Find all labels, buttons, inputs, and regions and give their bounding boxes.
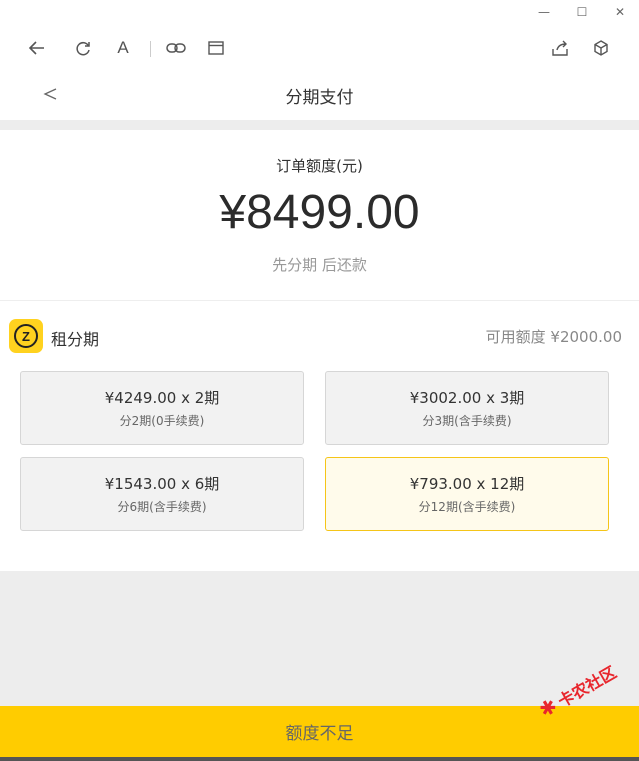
plan-amount: ¥3002.00 x 3期	[409, 389, 525, 407]
provider-row: Z 租分期 可用额度 ¥2000.00	[0, 301, 639, 361]
plan-option-6[interactable]: ¥1543.00 x 6期 分6期(含手续费)	[20, 457, 304, 531]
window-controls: — ☐ ✕	[525, 0, 639, 24]
plan-option-3[interactable]: ¥3002.00 x 3期 分3期(含手续费)	[325, 371, 609, 445]
order-subtitle: 先分期 后还款	[272, 256, 367, 274]
close-button[interactable]: ✕	[601, 0, 639, 24]
plan-detail: 分6期(含手续费)	[117, 500, 207, 514]
cube-icon[interactable]	[589, 36, 613, 60]
window-icon[interactable]	[204, 36, 228, 60]
empty-area	[0, 571, 639, 706]
section-divider	[0, 120, 639, 130]
browser-toolbar: A	[0, 24, 639, 71]
link-icon[interactable]	[164, 36, 188, 60]
share-icon[interactable]	[548, 36, 572, 60]
plan-option-12[interactable]: ¥793.00 x 12期 分12期(含手续费)	[325, 457, 609, 531]
order-amount-label: 订单额度(元)	[276, 157, 363, 175]
refresh-icon[interactable]	[71, 36, 95, 60]
plan-amount: ¥1543.00 x 6期	[104, 475, 220, 493]
toolbar-divider	[150, 41, 151, 57]
minimize-button[interactable]: —	[525, 0, 563, 24]
plan-option-2[interactable]: ¥4249.00 x 2期 分2期(0手续费)	[20, 371, 304, 445]
bottom-button-label: 额度不足	[285, 724, 354, 744]
nav-bar: 分期支付	[0, 70, 639, 120]
page-title: 分期支付	[285, 88, 354, 108]
back-arrow-icon[interactable]	[25, 36, 49, 60]
plan-amount: ¥4249.00 x 2期	[104, 389, 220, 407]
bottom-edge	[0, 757, 639, 761]
provider-logo-icon: Z	[9, 319, 43, 353]
provider-name: 租分期	[51, 330, 100, 349]
order-amount-section: 订单额度(元) ¥8499.00 先分期 后还款	[0, 130, 639, 301]
plan-detail: 分2期(0手续费)	[119, 414, 205, 428]
maximize-button[interactable]: ☐	[563, 0, 601, 24]
plan-amount: ¥793.00 x 12期	[409, 475, 525, 493]
font-icon[interactable]: A	[111, 36, 135, 60]
plan-detail: 分12期(含手续费)	[418, 500, 516, 514]
window-titlebar: — ☐ ✕	[0, 0, 639, 24]
order-amount-value: ¥8499.00	[219, 186, 420, 239]
available-credit: 可用额度 ¥2000.00	[485, 328, 622, 346]
plan-detail: 分3期(含手续费)	[422, 414, 512, 428]
